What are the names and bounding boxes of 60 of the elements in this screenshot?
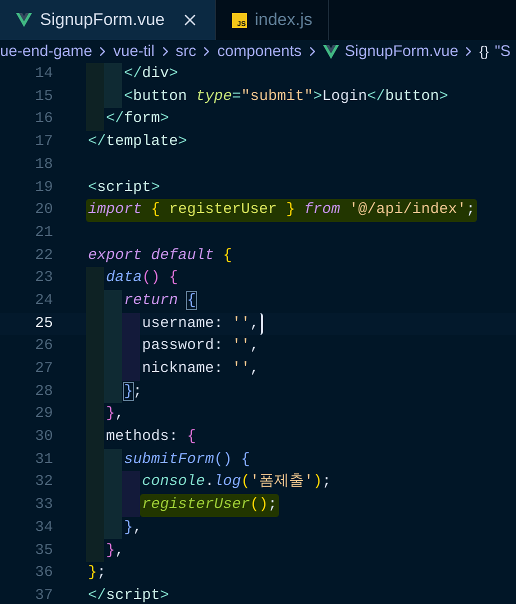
code-line: }, [123,518,144,538]
code-line: }, [105,404,126,424]
code-line: </script> [87,586,170,604]
line-number: 27 [34,359,53,380]
code-line: data() { [105,268,180,288]
code-line: export default { [87,246,234,266]
indent-guide [122,494,140,517]
line-number: 25 [34,314,53,334]
line-number: 22 [34,246,53,266]
code-line: nickname: '', [141,359,260,380]
breadcrumb-item[interactable]: SignupForm.vue [344,40,458,64]
code-line: console.log('폼제출'); [141,472,332,492]
line-number: 28 [34,382,53,402]
braces-icon: {} [479,41,489,62]
line-number: 33 [34,495,53,516]
code-line: return { [123,290,198,311]
line-number: 31 [34,450,53,470]
tab-label: SignupForm.vue [40,9,165,32]
code-line: </div> [123,64,180,84]
code-line: }; [123,382,144,402]
line-number: 19 [34,178,53,198]
indent-guide [122,471,140,494]
line-number: 16 [34,109,53,130]
line-number: 36 [34,563,53,584]
breadcrumb-item[interactable]: ue-end-game [0,40,92,64]
vue-logo-icon [16,13,32,27]
line-number: 34 [34,518,53,538]
line-number: 20 [34,200,53,220]
tab-label: index.js [254,9,312,32]
line-number: 30 [34,427,53,448]
line-number: 18 [34,154,53,175]
line-number: 24 [34,290,53,311]
code-line: </form> [105,109,170,130]
code-line: <script> [87,178,162,198]
line-number: 37 [34,586,53,604]
breadcrumb-item[interactable]: vue-til [113,40,155,64]
breadcrumb-item[interactable]: src [176,40,196,64]
line-number: 29 [34,404,53,424]
code-line: }; [87,563,108,584]
code-line: submitForm() { [123,450,252,470]
line-number: 15 [34,86,53,107]
editor-tab[interactable]: SignupForm.vue [0,0,216,40]
line-number: 21 [34,222,53,243]
breadcrumb-item[interactable]: "S [494,40,511,64]
code-line: </template> [87,132,188,152]
code-line: }, [105,540,126,561]
code-line: <button type="submit">Login</button> [123,86,450,107]
indent-guide [122,358,140,381]
breadcrumb-item[interactable]: components [217,40,302,64]
line-number: 35 [34,540,53,561]
vue-logo-icon [322,44,339,58]
line-number: 23 [34,268,53,288]
code-line: methods: { [105,427,198,448]
indent-guide [104,380,122,404]
code-line: password: '', [141,336,260,356]
code-line: username: '', [140,312,264,336]
line-number: 32 [34,472,53,492]
line-number: 26 [34,336,53,356]
line-number: 17 [34,132,53,152]
line-number: 14 [34,64,53,84]
